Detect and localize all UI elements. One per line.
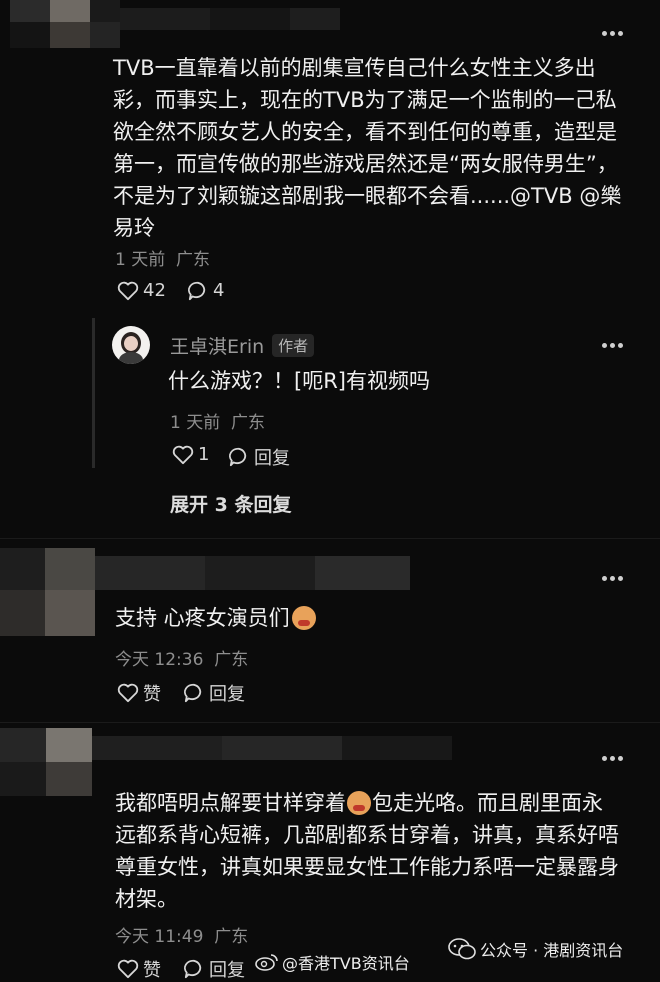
- reply-label: 回复: [209, 960, 245, 981]
- comment-button[interactable]: 4: [187, 280, 224, 301]
- censored-username: [120, 8, 340, 30]
- reply-reply-button[interactable]: 回复: [228, 444, 290, 470]
- like-label: 赞: [143, 684, 161, 705]
- reply-meta: 1 天前 广东: [170, 408, 265, 433]
- like-button[interactable]: 赞: [117, 680, 161, 706]
- expand-replies-button[interactable]: 展开 3 条回复: [170, 490, 291, 517]
- reply-like-button[interactable]: 1: [172, 444, 209, 465]
- more-options-icon[interactable]: [602, 756, 624, 762]
- comment-meta: 今天 11:49 广东: [115, 922, 248, 947]
- weibo-icon: [255, 954, 278, 971]
- comment-icon: [184, 959, 202, 979]
- like-count: 42: [143, 280, 166, 301]
- censored-username: [92, 736, 452, 760]
- comment-icon: [184, 683, 202, 703]
- censored-avatar: [10, 0, 120, 48]
- weibo-watermark: @香港TVB资讯台: [255, 950, 410, 974]
- comment-time: 今天 11:49: [115, 927, 204, 947]
- like-label: 赞: [143, 960, 161, 981]
- comment-location: 广东: [176, 250, 211, 270]
- censored-avatar: [0, 548, 95, 636]
- crying-emoji-icon: [347, 791, 371, 815]
- wechat-watermark-text: 公众号 · 港剧资讯台: [480, 941, 624, 960]
- reply-header: 王卓淇Erin 作者: [170, 332, 315, 359]
- comment-text: TVB一直靠着以前的剧集宣传自己什么女性主义多出 彩，而事实上，现在的TVB为了…: [113, 56, 622, 240]
- divider: [0, 538, 660, 539]
- more-options-icon[interactable]: [602, 343, 624, 349]
- author-badge: 作者: [272, 334, 315, 357]
- wechat-icon: [448, 938, 476, 960]
- censored-avatar: [0, 728, 92, 796]
- like-button[interactable]: 42: [117, 280, 166, 301]
- reply-like-count: 1: [198, 444, 210, 465]
- weibo-watermark-text: @香港TVB资讯台: [282, 954, 410, 973]
- reply-label: 回复: [209, 684, 245, 705]
- divider: [0, 722, 660, 723]
- reply-button[interactable]: 回复: [183, 956, 245, 982]
- comment-icon: [229, 447, 247, 467]
- comment-text: 我都唔明点解要甘样穿着 包走光咯。而且剧里面永 远都系背心短裤，几部剧都系甘穿着…: [115, 791, 619, 911]
- heart-icon: [117, 683, 139, 703]
- reply-time: 1 天前: [170, 413, 221, 433]
- comment-time: 今天 12:36: [115, 650, 204, 670]
- wechat-watermark: 公众号 · 港剧资讯台: [448, 937, 623, 961]
- heart-icon: [172, 445, 194, 464]
- more-options-icon[interactable]: [602, 576, 624, 582]
- reply-reply-label: 回复: [254, 448, 290, 469]
- author-avatar[interactable]: [112, 326, 150, 364]
- author-name[interactable]: 王卓淇Erin: [170, 332, 264, 359]
- heart-icon: [117, 959, 139, 979]
- comment-icon: [188, 281, 206, 300]
- more-options-icon[interactable]: [602, 31, 624, 37]
- like-button[interactable]: 赞: [117, 956, 161, 982]
- comment-location: 广东: [214, 650, 249, 670]
- crying-emoji-icon: [291, 606, 316, 630]
- comment-location: 广东: [214, 927, 249, 947]
- comment-text: 支持 心疼女演员们: [115, 602, 615, 634]
- reply-location: 广东: [231, 413, 266, 433]
- censored-username: [95, 556, 410, 590]
- thread-line: [92, 318, 95, 468]
- reply-button[interactable]: 回复: [183, 680, 245, 706]
- heart-icon: [117, 281, 139, 300]
- reply-text: 什么游戏？！[呃R]有视频吗: [168, 369, 430, 393]
- comment-meta: 今天 12:36 广东: [115, 645, 248, 670]
- reply-count: 4: [213, 280, 225, 301]
- comment-time: 1 天前: [115, 250, 166, 270]
- comment-meta: 1 天前 广东: [115, 245, 210, 270]
